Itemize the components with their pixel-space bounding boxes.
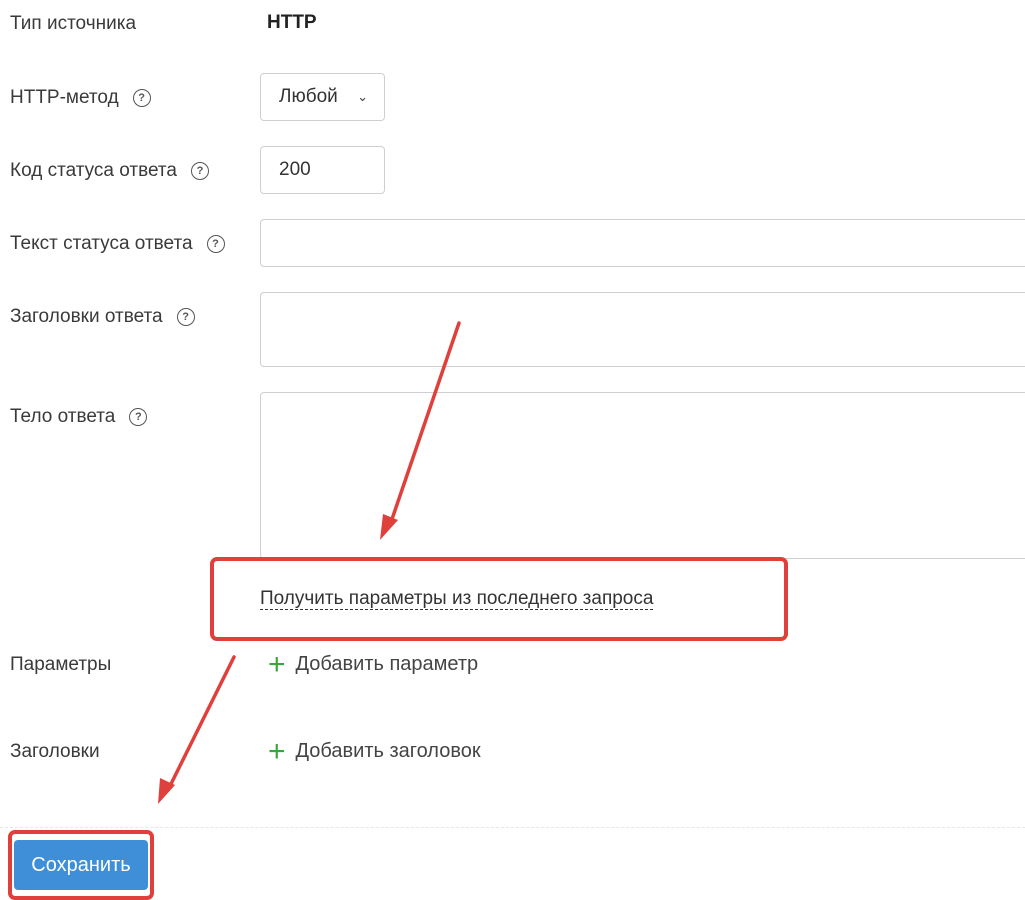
response-headers-textarea[interactable] — [260, 292, 1025, 367]
status-text-label: Текст статуса ответа ? — [10, 233, 225, 255]
help-icon[interactable]: ? — [132, 89, 151, 107]
status-code-input[interactable] — [260, 146, 385, 194]
help-icon[interactable]: ? — [206, 235, 225, 253]
http-method-label: HTTP-метод ? — [10, 87, 151, 109]
status-code-label-text: Код статуса ответа — [10, 160, 177, 181]
add-param-label: Добавить параметр — [295, 653, 479, 675]
source-type-label: Тип источника — [10, 13, 136, 35]
http-method-label-text: HTTP-метод — [10, 87, 119, 108]
plus-icon: + — [268, 734, 286, 768]
save-button[interactable]: Сохранить — [14, 840, 148, 890]
help-icon[interactable]: ? — [191, 162, 209, 180]
status-text-input[interactable] — [260, 219, 1025, 267]
headers-label-text: Заголовки — [10, 741, 100, 762]
help-icon[interactable]: ? — [176, 308, 195, 326]
response-body-label-text: Тело ответа — [10, 406, 116, 427]
chevron-down-icon: ⌄ — [357, 89, 368, 104]
help-icon[interactable]: ? — [129, 408, 148, 426]
response-headers-label: Заголовки ответа ? — [10, 306, 195, 328]
add-param-button[interactable]: + Добавить параметр — [268, 647, 479, 681]
response-headers-label-text: Заголовки ответа — [10, 306, 163, 327]
source-type-value: HTTP — [267, 12, 317, 33]
annotation-arrow — [158, 655, 236, 804]
headers-label: Заголовки — [10, 741, 100, 763]
get-params-from-last-request-link[interactable]: Получить параметры из последнего запроса — [260, 589, 654, 610]
response-body-label: Тело ответа ? — [10, 406, 148, 428]
http-method-select[interactable]: Любой ⌄ — [260, 73, 385, 121]
add-header-button[interactable]: + Добавить заголовок — [268, 734, 481, 768]
params-label: Параметры — [10, 654, 111, 676]
status-text-label-text: Текст статуса ответа — [10, 233, 193, 254]
plus-icon: + — [268, 647, 286, 681]
http-method-value: Любой — [279, 86, 338, 107]
status-code-label: Код статуса ответа ? — [10, 160, 209, 182]
add-header-label: Добавить заголовок — [295, 740, 481, 762]
params-label-text: Параметры — [10, 654, 112, 675]
response-body-textarea[interactable] — [260, 392, 1025, 559]
source-type-label-text: Тип источника — [10, 13, 137, 34]
divider — [0, 827, 1025, 828]
